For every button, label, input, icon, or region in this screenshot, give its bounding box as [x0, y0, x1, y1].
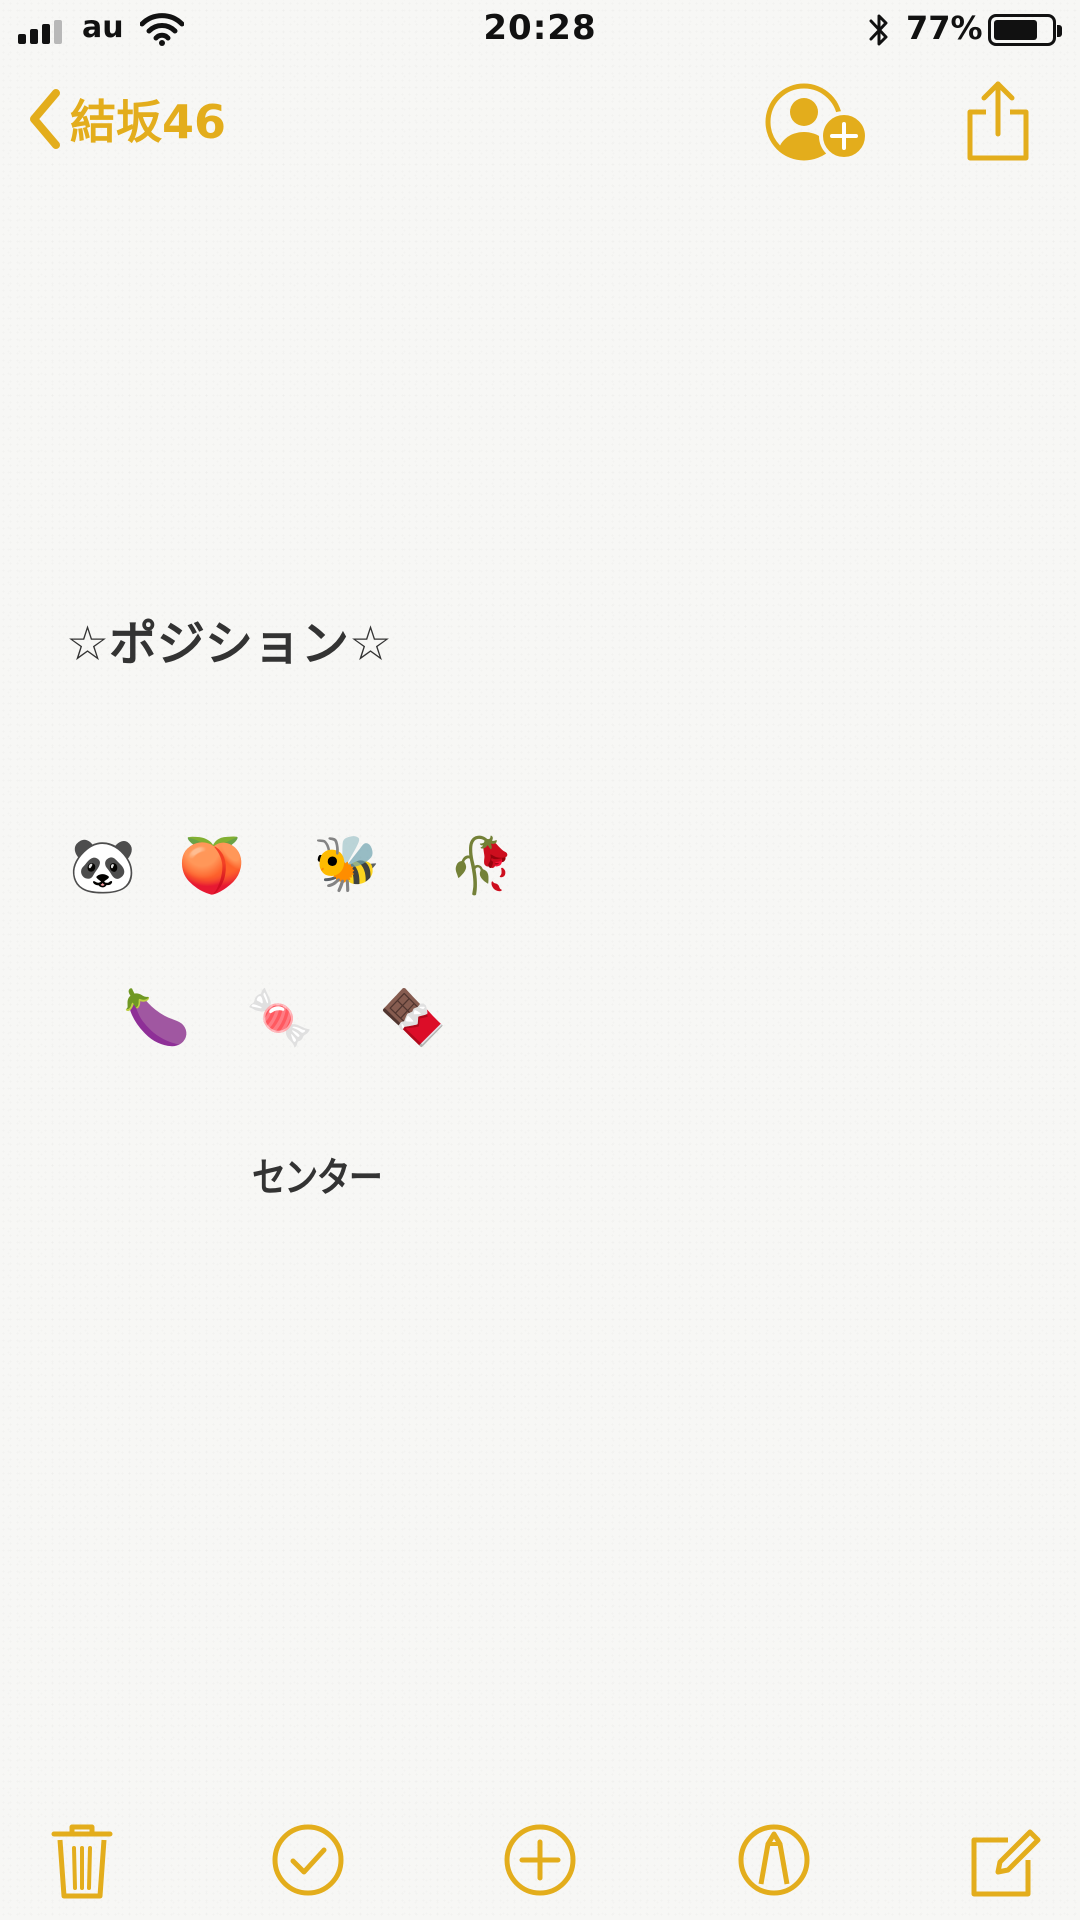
note-heading: ☆ポジション☆	[66, 616, 393, 672]
add-attachment-button[interactable]	[500, 1820, 580, 1900]
markup-button[interactable]	[734, 1820, 814, 1900]
wilted-rose-emoji: 🥀	[448, 834, 516, 897]
panda-emoji: 🐼	[69, 834, 137, 897]
bluetooth-icon	[869, 14, 888, 46]
chocolate-emoji: 🍫	[379, 986, 447, 1049]
markup-icon	[738, 1824, 810, 1896]
battery-percentage: 77%	[906, 9, 983, 47]
compose-icon	[971, 1829, 1041, 1897]
trash-icon	[51, 1824, 113, 1899]
bee-emoji: 🐝	[313, 832, 381, 895]
back-button[interactable]: 結坂46	[26, 84, 226, 154]
back-button-label: 結坂46	[70, 95, 227, 149]
delete-note-button[interactable]	[42, 1820, 122, 1900]
status-bar: au 20:28 77%	[0, 0, 1080, 60]
add-icon	[504, 1824, 576, 1896]
center-position-label: センター	[252, 1155, 383, 1201]
candy-emoji: 🍬	[246, 986, 314, 1049]
battery-icon	[988, 14, 1062, 46]
chevron-left-icon	[30, 89, 60, 149]
checklist-icon	[272, 1824, 344, 1896]
checklist-button[interactable]	[268, 1820, 348, 1900]
person-add-icon[interactable]	[762, 80, 872, 166]
peach-emoji: 🍑	[178, 834, 246, 897]
share-icon[interactable]	[964, 78, 1032, 162]
eggplant-emoji: 🍆	[123, 986, 191, 1049]
compose-note-button[interactable]	[964, 1820, 1044, 1900]
